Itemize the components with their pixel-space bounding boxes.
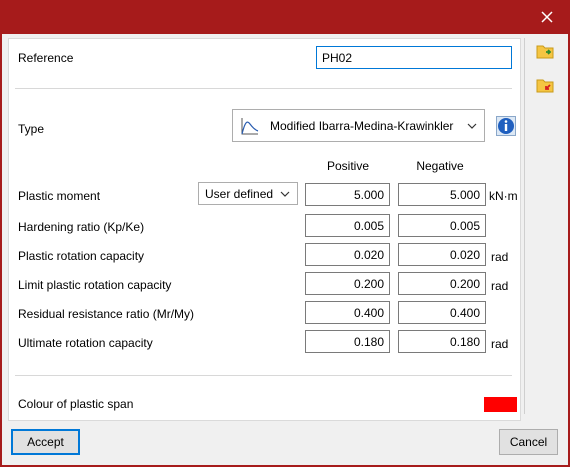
ultimate-rotation-capacity-unit: rad xyxy=(491,337,509,351)
limit-plastic-rotation-capacity-negative-input[interactable]: 0.200 xyxy=(398,272,486,295)
hardening-ratio-negative-input[interactable]: 0.005 xyxy=(398,214,486,237)
save-file-button[interactable] xyxy=(535,75,555,95)
reference-label: Reference xyxy=(18,51,74,65)
curve-icon xyxy=(241,118,259,135)
type-label: Type xyxy=(18,122,45,136)
type-select[interactable]: Modified Ibarra-Medina-Krawinkler xyxy=(232,109,485,142)
ultimate-rotation-capacity-negative-input[interactable]: 0.180 xyxy=(398,330,486,353)
residual-resistance-ratio-positive-input[interactable]: 0.400 xyxy=(305,301,390,324)
plastic-rotation-capacity-positive-input[interactable]: 0.020 xyxy=(305,243,390,266)
plastic-moment-unit: kN·m xyxy=(489,189,518,203)
plastic-moment-positive-input[interactable]: 5.000 xyxy=(305,183,390,206)
limit-plastic-rotation-capacity-unit: rad xyxy=(491,279,509,293)
ultimate-rotation-capacity-label: Ultimate rotation capacity xyxy=(18,336,153,350)
cancel-button[interactable]: Cancel xyxy=(499,429,558,455)
folder-open-icon xyxy=(536,45,554,59)
divider xyxy=(15,375,512,376)
title-bar xyxy=(0,0,570,34)
plastic-moment-mode-value: User defined xyxy=(205,187,274,201)
reference-input[interactable]: PH02 xyxy=(316,46,512,69)
open-file-button[interactable] xyxy=(535,41,555,61)
dialog-window: Reference PH02 Type Modified Ibarra-Medi… xyxy=(0,0,570,467)
limit-plastic-rotation-capacity-positive-input[interactable]: 0.200 xyxy=(305,272,390,295)
plastic-rotation-capacity-negative-input[interactable]: 0.020 xyxy=(398,243,486,266)
close-button[interactable] xyxy=(524,0,570,34)
divider xyxy=(15,88,512,89)
limit-plastic-rotation-capacity-label: Limit plastic rotation capacity xyxy=(18,278,172,292)
residual-resistance-ratio-negative-input[interactable]: 0.400 xyxy=(398,301,486,324)
plastic-moment-mode-select[interactable]: User defined xyxy=(198,182,298,205)
plastic-moment-negative-input[interactable]: 5.000 xyxy=(398,183,486,206)
plastic-rotation-capacity-label: Plastic rotation capacity xyxy=(18,249,145,263)
plastic-span-colour-label: Colour of plastic span xyxy=(18,397,134,411)
chevron-down-icon xyxy=(467,123,477,129)
positive-column-header: Positive xyxy=(326,159,370,173)
info-icon xyxy=(496,116,516,136)
folder-save-icon xyxy=(536,79,554,93)
side-panel-divider xyxy=(524,38,525,414)
negative-column-header: Negative xyxy=(416,159,464,173)
close-icon xyxy=(541,11,553,23)
dialog-client-area: Reference PH02 Type Modified Ibarra-Medi… xyxy=(2,34,568,465)
plastic-rotation-capacity-unit: rad xyxy=(491,250,509,264)
properties-panel: Reference PH02 Type Modified Ibarra-Medi… xyxy=(8,38,521,421)
plastic-span-colour-swatch[interactable] xyxy=(484,397,517,412)
plastic-moment-label: Plastic moment xyxy=(18,189,101,203)
residual-resistance-ratio-label: Residual resistance ratio (Mr/My) xyxy=(18,307,195,321)
chevron-down-icon xyxy=(280,191,290,197)
info-button[interactable] xyxy=(496,116,516,136)
type-selected-value: Modified Ibarra-Medina-Krawinkler xyxy=(270,119,454,133)
accept-button[interactable]: Accept xyxy=(11,429,80,455)
ultimate-rotation-capacity-positive-input[interactable]: 0.180 xyxy=(305,330,390,353)
hardening-ratio-positive-input[interactable]: 0.005 xyxy=(305,214,390,237)
hardening-ratio-label: Hardening ratio (Kp/Ke) xyxy=(18,220,145,234)
